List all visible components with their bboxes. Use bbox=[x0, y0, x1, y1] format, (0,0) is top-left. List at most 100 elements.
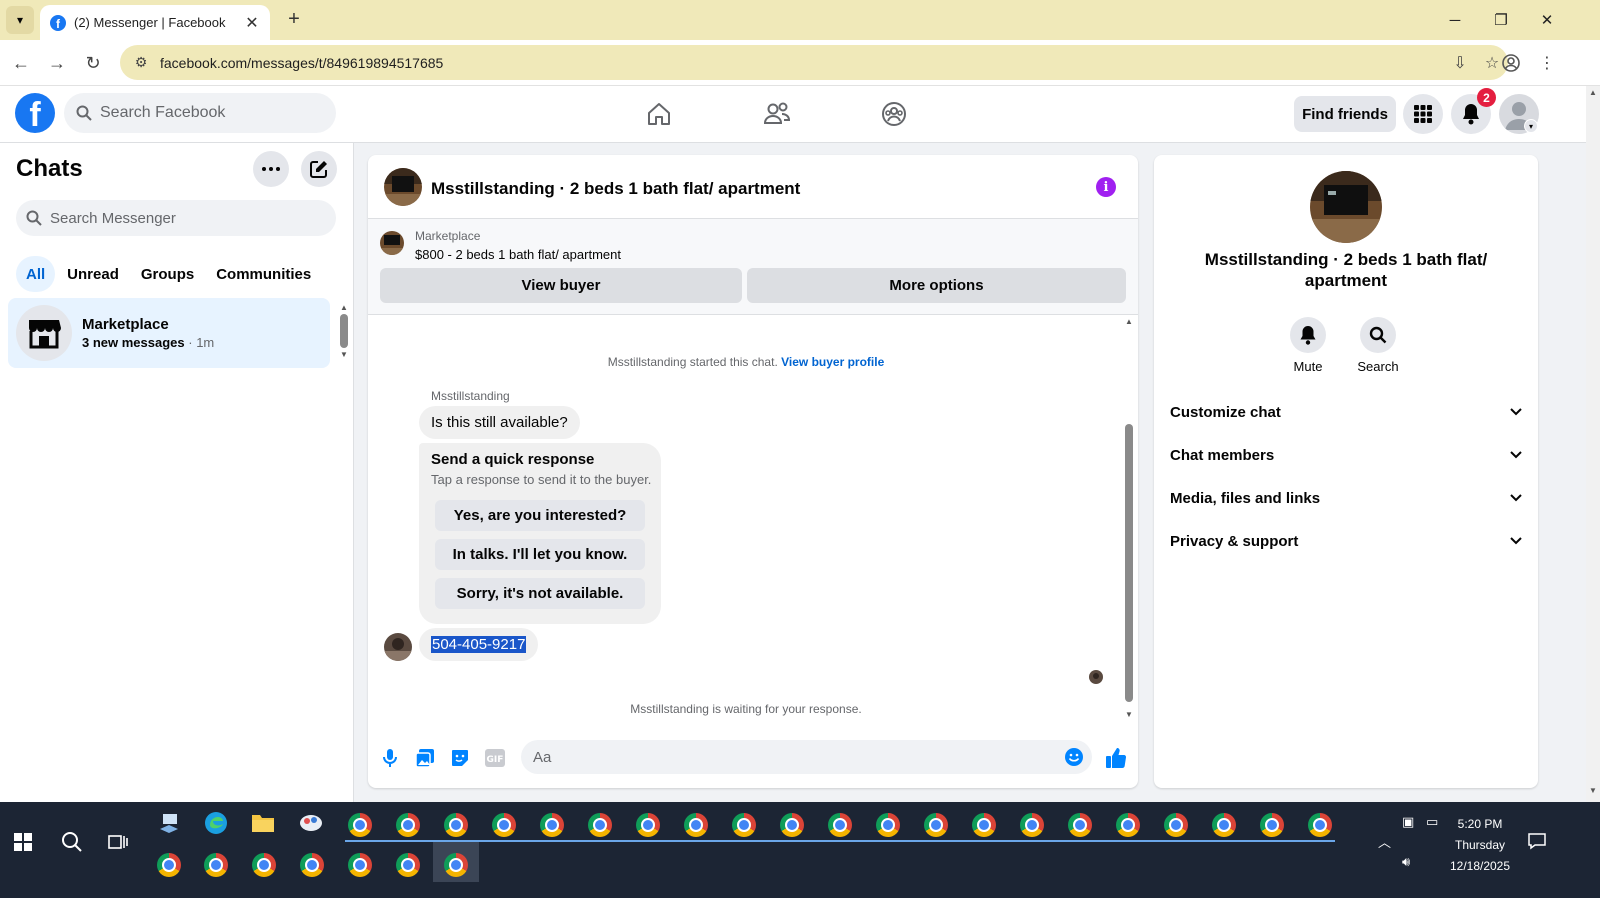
customize-chat-section[interactable]: Customize chat bbox=[1162, 392, 1530, 432]
new-message-icon[interactable] bbox=[301, 151, 337, 187]
chat-members-section[interactable]: Chat members bbox=[1162, 435, 1530, 475]
friends-nav-icon[interactable] bbox=[747, 96, 807, 132]
edge-browser-icon[interactable] bbox=[201, 808, 231, 838]
chrome-profile-icon[interactable] bbox=[441, 850, 471, 880]
chat-item-marketplace[interactable]: Marketplace 3 new messages · 1m bbox=[8, 298, 330, 368]
thread-scrollbar[interactable]: ▲ ▼ bbox=[1122, 315, 1136, 725]
back-icon[interactable]: ← bbox=[6, 48, 36, 78]
conversation-avatar[interactable] bbox=[384, 168, 422, 206]
install-app-icon[interactable]: ⇩ bbox=[1444, 53, 1476, 73]
restore-icon[interactable]: ❐ bbox=[1478, 0, 1524, 40]
chat-list-scrollbar[interactable]: ▲ ▼ bbox=[338, 303, 350, 363]
chats-options-icon[interactable] bbox=[253, 151, 289, 187]
media-files-links-section[interactable]: Media, files and links bbox=[1162, 478, 1530, 518]
chrome-profile-icon[interactable] bbox=[1161, 810, 1191, 840]
filter-unread[interactable]: Unread bbox=[57, 256, 129, 292]
find-friends-button[interactable]: Find friends bbox=[1294, 96, 1396, 132]
taskbar-app-icon[interactable] bbox=[296, 808, 326, 838]
filter-groups[interactable]: Groups bbox=[131, 256, 204, 292]
more-options-button[interactable]: More options bbox=[747, 268, 1126, 303]
selected-phone-text[interactable]: 504-405-9217 bbox=[431, 636, 527, 653]
chrome-profile-icon[interactable] bbox=[1113, 810, 1143, 840]
chrome-profile-icon[interactable] bbox=[249, 850, 279, 880]
mute-bell-icon[interactable] bbox=[1290, 317, 1326, 353]
page-scrollbar[interactable]: ▲ ▼ bbox=[1586, 86, 1600, 802]
volume-icon[interactable]: 🔊︎ bbox=[1402, 854, 1410, 870]
meet-now-icon[interactable]: ▣ bbox=[1402, 814, 1414, 830]
search-in-chat-icon[interactable] bbox=[1360, 317, 1396, 353]
message-input[interactable] bbox=[533, 748, 1053, 766]
chrome-profile-icon[interactable] bbox=[969, 810, 999, 840]
quick-response-yes-button[interactable]: Yes, are you interested? bbox=[435, 500, 645, 531]
chrome-profile-icon[interactable] bbox=[537, 810, 567, 840]
account-chevron-icon[interactable]: ▾ bbox=[1524, 119, 1538, 133]
message-input-box[interactable] bbox=[521, 740, 1092, 774]
chrome-profile-icon[interactable] bbox=[297, 850, 327, 880]
chrome-profile-icon[interactable] bbox=[585, 810, 615, 840]
emoji-icon[interactable] bbox=[1064, 747, 1084, 767]
messenger-search[interactable] bbox=[16, 200, 336, 236]
messenger-search-input[interactable] bbox=[50, 209, 310, 227]
filter-communities[interactable]: Communities bbox=[206, 256, 321, 292]
chrome-profile-icon[interactable] bbox=[1257, 810, 1287, 840]
chrome-profile-icon[interactable] bbox=[393, 810, 423, 840]
mute-action[interactable]: Mute bbox=[1278, 317, 1338, 374]
chrome-profile-icon[interactable] bbox=[1209, 810, 1239, 840]
chrome-profile-icon[interactable] bbox=[393, 850, 423, 880]
menu-grid-icon[interactable] bbox=[1403, 94, 1443, 134]
sticker-icon[interactable] bbox=[447, 745, 473, 771]
close-window-icon[interactable]: ✕ bbox=[1524, 0, 1570, 40]
browser-menu-icon[interactable]: ⋮ bbox=[1532, 48, 1562, 78]
voice-clip-icon[interactable] bbox=[377, 745, 403, 771]
taskbar-search-icon[interactable] bbox=[50, 802, 94, 882]
new-tab-icon[interactable]: + bbox=[282, 8, 306, 32]
action-center-icon[interactable] bbox=[1528, 832, 1546, 853]
chrome-profile-icon[interactable] bbox=[777, 810, 807, 840]
view-buyer-button[interactable]: View buyer bbox=[380, 268, 742, 303]
active-taskbar-item[interactable] bbox=[433, 842, 479, 882]
sender-avatar[interactable] bbox=[384, 633, 412, 661]
chrome-profile-icon[interactable] bbox=[1017, 810, 1047, 840]
chrome-profile-icon[interactable] bbox=[345, 810, 375, 840]
chrome-profile-icon[interactable] bbox=[1305, 810, 1335, 840]
facebook-search[interactable] bbox=[64, 93, 336, 133]
groups-nav-icon[interactable] bbox=[864, 96, 924, 132]
message-bubble[interactable]: Is this still available? bbox=[419, 406, 580, 439]
chrome-profile-icon[interactable] bbox=[729, 810, 759, 840]
task-view-icon[interactable] bbox=[96, 802, 140, 882]
taskbar-app-icon[interactable] bbox=[154, 808, 184, 838]
minimize-icon[interactable]: ─ bbox=[1432, 0, 1478, 40]
message-bubble-phone[interactable]: 504-405-9217 bbox=[419, 628, 539, 661]
chrome-profile-icon[interactable] bbox=[1065, 810, 1095, 840]
like-thumbs-up-icon[interactable] bbox=[1103, 745, 1129, 771]
tab-close-icon[interactable]: ✕ bbox=[242, 13, 262, 33]
tab-search-dropdown-icon[interactable]: ▾ bbox=[6, 6, 34, 34]
chrome-profile-icon[interactable] bbox=[681, 810, 711, 840]
chrome-profile-icon[interactable] bbox=[825, 810, 855, 840]
home-nav-icon[interactable] bbox=[629, 96, 689, 132]
address-bar[interactable]: ⚙ facebook.com/messages/t/84961989451768… bbox=[120, 45, 1508, 80]
chrome-profile-icon[interactable] bbox=[633, 810, 663, 840]
site-settings-icon[interactable]: ⚙ bbox=[126, 54, 156, 71]
conversation-info-icon[interactable]: i bbox=[1096, 177, 1116, 197]
facebook-search-input[interactable] bbox=[100, 104, 320, 122]
quick-response-in-talks-button[interactable]: In talks. I'll let you know. bbox=[435, 539, 645, 570]
browser-tab-messenger[interactable]: f (2) Messenger | Facebook ✕ bbox=[40, 5, 270, 40]
forward-icon[interactable]: → bbox=[42, 48, 72, 78]
show-hidden-icons-chevron-icon[interactable]: ︿ bbox=[1378, 832, 1391, 851]
file-explorer-icon[interactable] bbox=[248, 808, 278, 838]
attach-photo-icon[interactable] bbox=[412, 745, 438, 771]
privacy-support-section[interactable]: Privacy & support bbox=[1162, 521, 1530, 561]
reload-icon[interactable]: ↻ bbox=[78, 48, 108, 78]
filter-all[interactable]: All bbox=[16, 256, 56, 292]
listing-thumbnail[interactable] bbox=[380, 231, 404, 255]
chrome-profile-icon[interactable] bbox=[873, 810, 903, 840]
conversation-title[interactable]: Msstillstanding · 2 beds 1 bath flat/ ap… bbox=[431, 179, 800, 199]
url-text[interactable]: facebook.com/messages/t/849619894517685 bbox=[160, 55, 1444, 71]
taskbar-clock[interactable]: 5:20 PM Thursday 12/18/2025 bbox=[1440, 814, 1520, 877]
listing-price-title[interactable]: $800 - 2 beds 1 bath flat/ apartment bbox=[415, 247, 621, 262]
chrome-profile-icon[interactable] bbox=[201, 850, 231, 880]
view-buyer-profile-link[interactable]: View buyer profile bbox=[781, 355, 884, 369]
quick-response-not-available-button[interactable]: Sorry, it's not available. bbox=[435, 578, 645, 609]
network-icon[interactable]: ▭ bbox=[1426, 814, 1438, 830]
